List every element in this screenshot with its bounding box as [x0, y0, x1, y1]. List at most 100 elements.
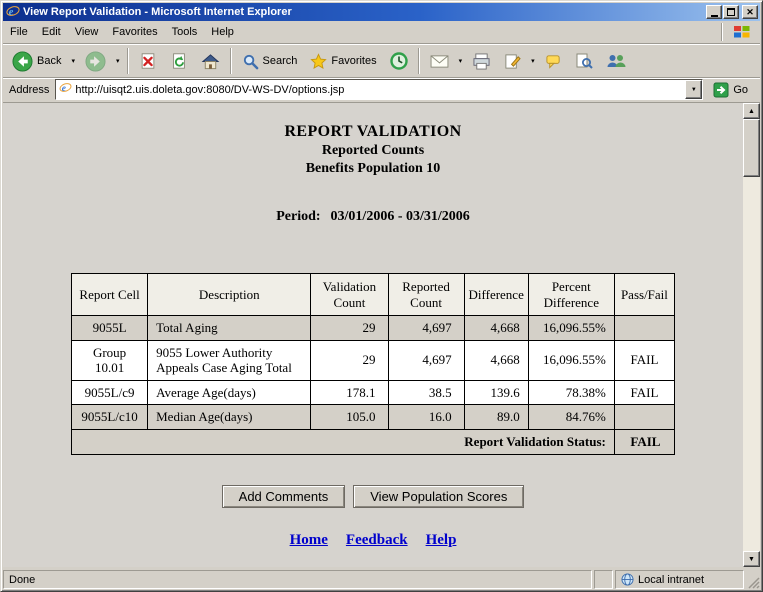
table-cell: FAIL [614, 340, 674, 380]
table-cell: 78.38% [528, 380, 614, 405]
forward-dropdown[interactable]: ▾ [113, 46, 123, 76]
menu-tools[interactable]: Tools [165, 21, 205, 43]
add-comments-button[interactable]: Add Comments [222, 485, 346, 508]
feedback-link[interactable]: Feedback [346, 532, 408, 549]
vertical-scrollbar[interactable]: ▲ ▼ [743, 103, 760, 567]
minimize-button[interactable] [706, 5, 722, 19]
table-cell: Total Aging [148, 316, 311, 341]
table-cell: 4,697 [388, 316, 464, 341]
table-cell: 38.5 [388, 380, 464, 405]
edit-icon [504, 53, 521, 70]
edit-dropdown[interactable]: ▾ [528, 46, 538, 76]
discuss-icon [545, 53, 562, 70]
validation-status-value: FAIL [614, 429, 674, 454]
page-subtitle-counts: Reported Counts [3, 143, 743, 159]
table-cell: 16,096.55% [528, 340, 614, 380]
column-header: Description [148, 274, 311, 316]
scroll-up-button[interactable]: ▲ [743, 103, 760, 119]
column-header: Difference [464, 274, 528, 316]
messenger-button[interactable] [600, 46, 632, 76]
header-row: Report Cell Description Validation Count… [72, 274, 675, 316]
close-icon: ✕ [746, 8, 754, 17]
windows-logo-icon [724, 21, 760, 43]
table-cell: Average Age(days) [148, 380, 311, 405]
go-icon [713, 82, 729, 98]
menu-edit[interactable]: Edit [35, 21, 68, 43]
zone-label: Local intranet [638, 574, 704, 586]
chevron-down-icon: ▾ [531, 58, 535, 65]
search-button[interactable]: Search [236, 46, 304, 76]
table-cell: 29 [311, 316, 388, 341]
resize-grip[interactable] [746, 570, 760, 589]
forward-button[interactable] [79, 46, 112, 76]
toolbar-separator [418, 48, 420, 74]
status-pane-empty [594, 570, 613, 589]
stop-button[interactable] [133, 46, 163, 76]
maximize-icon [727, 8, 735, 16]
address-input[interactable] [72, 82, 685, 97]
table-cell: 9055 Lower Authority Appeals Case Aging … [148, 340, 311, 380]
chevron-down-icon: ▾ [116, 58, 120, 65]
table-cell: 9055L [72, 316, 148, 341]
page-content: REPORT VALIDATION Reported Counts Benefi… [3, 103, 743, 567]
back-dropdown[interactable]: ▾ [68, 46, 78, 76]
status-bar: Done Local intranet [3, 567, 760, 589]
scrollbar-track[interactable] [743, 119, 760, 551]
edit-button[interactable] [498, 46, 527, 76]
table-cell: FAIL [614, 380, 674, 405]
close-button[interactable]: ✕ [742, 5, 758, 19]
favorites-star-icon [310, 53, 327, 70]
home-button[interactable] [195, 46, 226, 76]
print-button[interactable] [466, 46, 497, 76]
chevron-down-icon: ▾ [71, 58, 75, 65]
table-row: Group 10.01 9055 Lower Authority Appeals… [72, 340, 675, 380]
history-icon [390, 52, 408, 70]
table-cell: 16.0 [388, 405, 464, 430]
menu-file[interactable]: File [3, 21, 35, 43]
validation-status-label: Report Validation Status: [72, 429, 615, 454]
menu-view[interactable]: View [68, 21, 106, 43]
search-icon [242, 53, 259, 70]
table-cell: 4,668 [464, 340, 528, 380]
scroll-down-icon: ▼ [748, 556, 755, 563]
home-link[interactable]: Home [290, 532, 328, 549]
stop-icon [139, 52, 157, 70]
mail-button[interactable] [424, 46, 455, 76]
menu-help[interactable]: Help [204, 21, 241, 43]
address-label: Address [9, 84, 49, 96]
table-cell: Median Age(days) [148, 405, 311, 430]
table-cell: 84.76% [528, 405, 614, 430]
scrollbar-thumb[interactable] [743, 119, 760, 177]
period-line: Period:03/01/2006 - 03/31/2006 [3, 209, 743, 225]
table-cell: Group 10.01 [72, 340, 148, 380]
menu-bar: File Edit View Favorites Tools Help [3, 21, 760, 44]
mail-dropdown[interactable]: ▾ [456, 46, 466, 76]
help-link[interactable]: Help [426, 532, 457, 549]
go-button[interactable]: Go [709, 82, 756, 98]
address-bar: Address e ▼ Go [3, 78, 760, 103]
view-population-scores-button[interactable]: View Population Scores [353, 485, 524, 508]
research-button[interactable] [569, 46, 599, 76]
zone-indicator: Local intranet [615, 570, 744, 589]
action-buttons: Add Comments View Population Scores [3, 485, 743, 508]
svg-text:e: e [62, 83, 66, 93]
back-button[interactable]: Back [6, 46, 67, 76]
maximize-button[interactable] [723, 5, 739, 19]
column-header: Percent Difference [528, 274, 614, 316]
printer-icon [472, 53, 491, 70]
history-button[interactable] [384, 46, 414, 76]
menu-favorites[interactable]: Favorites [105, 21, 164, 43]
address-dropdown-button[interactable]: ▼ [685, 80, 702, 99]
scroll-down-button[interactable]: ▼ [743, 551, 760, 567]
back-label: Back [37, 55, 61, 67]
discuss-button[interactable] [539, 46, 568, 76]
page-title: REPORT VALIDATION [3, 123, 743, 141]
period-value: 03/01/2006 - 03/31/2006 [331, 209, 470, 224]
favorites-button[interactable]: Favorites [304, 46, 382, 76]
column-header: Pass/Fail [614, 274, 674, 316]
table-row: 9055L Total Aging 29 4,697 4,668 16,096.… [72, 316, 675, 341]
status-text: Done [3, 570, 592, 589]
refresh-button[interactable] [164, 46, 194, 76]
toolbar: Back ▾ ▾ Se [3, 44, 760, 78]
table-row: 9055L/c9 Average Age(days) 178.1 38.5 13… [72, 380, 675, 405]
